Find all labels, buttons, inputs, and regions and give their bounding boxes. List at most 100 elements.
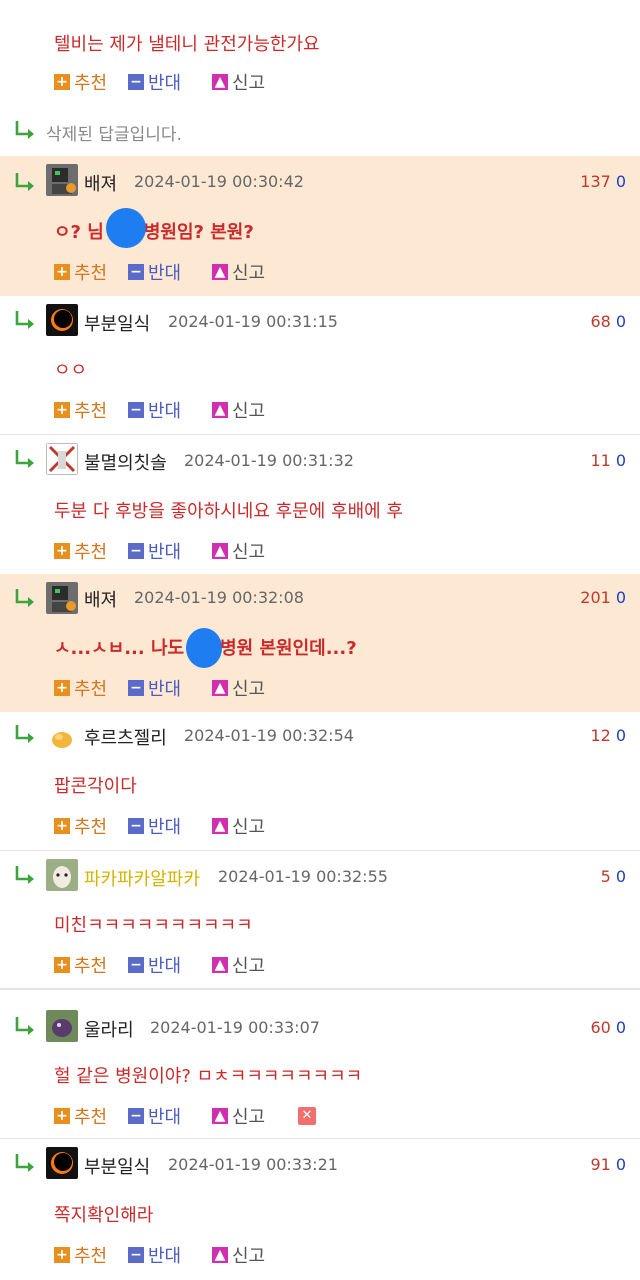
report-button[interactable]: ▲ 신고 xyxy=(212,1243,265,1267)
nickname[interactable]: 파카파카알파카 xyxy=(84,865,200,891)
plus-icon: + xyxy=(54,543,70,559)
comment-text: 헐 같은 병원이야? ㅁㅊㅋㅋㅋㅋㅋㅋㅋㅋ xyxy=(54,1066,363,1087)
avatar[interactable] xyxy=(46,1010,78,1042)
delete-x-icon[interactable]: ✕ xyxy=(298,1107,316,1125)
reply-arrow-icon xyxy=(15,311,34,329)
plus-icon: + xyxy=(54,264,70,280)
bell-icon: ▲ xyxy=(212,1108,228,1124)
recommend-button[interactable]: + 추천 xyxy=(54,539,107,563)
nickname[interactable]: 배져 xyxy=(84,586,117,612)
timestamp: 2024-01-19 00:32:55 xyxy=(218,867,388,886)
reply-item: 후르츠젤리 2024-01-19 00:32:54 12 0 팝콘각이다 + 추천 … xyxy=(0,712,640,850)
nickname[interactable]: 부분일식 xyxy=(84,1153,150,1179)
timestamp: 2024-01-19 00:32:54 xyxy=(184,726,354,745)
reply-arrow-icon xyxy=(15,173,34,191)
report-button[interactable]: ▲ 신고 xyxy=(212,953,265,977)
plus-icon: + xyxy=(54,680,70,696)
minus-icon: − xyxy=(128,74,144,90)
comment-text: ㅇ? 님 병원임? 본원? xyxy=(54,222,254,243)
timestamp: 2024-01-19 00:31:32 xyxy=(184,451,354,470)
plus-icon: + xyxy=(54,1247,70,1263)
avatar[interactable] xyxy=(46,582,78,614)
plus-icon: + xyxy=(54,402,70,418)
oppose-button[interactable]: − 반대 xyxy=(128,814,181,838)
comment-text: 쪽지확인해라 xyxy=(54,1205,154,1226)
avatar[interactable] xyxy=(46,164,78,196)
reply-arrow-icon xyxy=(15,1154,34,1172)
reply-item: 부분일식 2024-01-19 00:33:21 91 0 쪽지확인해라 + 추천 … xyxy=(0,1138,640,1280)
minus-icon: − xyxy=(128,402,144,418)
oppose-button[interactable]: − 반대 xyxy=(128,539,181,563)
nickname[interactable]: 배져 xyxy=(84,170,117,196)
timestamp: 2024-01-19 00:31:15 xyxy=(168,312,338,331)
bell-icon: ▲ xyxy=(212,818,228,834)
oppose-button[interactable]: − 반대 xyxy=(128,676,181,700)
avatar[interactable] xyxy=(46,1147,78,1179)
minus-icon: − xyxy=(128,543,144,559)
reply-item: 배져 2024-01-19 00:30:42 137 0 ㅇ? 님 병원임? 본원?… xyxy=(0,156,640,296)
recommend-button[interactable]: + 추천 xyxy=(54,1104,107,1128)
reply-arrow-icon xyxy=(15,121,34,139)
oppose-button[interactable]: − 반대 xyxy=(128,1104,181,1128)
oppose-button[interactable]: − 반대 xyxy=(128,1243,181,1267)
report-button[interactable]: ▲ 신고 xyxy=(212,814,265,838)
minus-icon: − xyxy=(128,680,144,696)
avatar[interactable] xyxy=(46,443,78,475)
vote-count: 11 0 xyxy=(590,451,626,470)
report-button[interactable]: ▲ 신고 xyxy=(212,676,265,700)
minus-icon: − xyxy=(128,818,144,834)
bell-icon: ▲ xyxy=(212,1247,228,1263)
minus-icon: − xyxy=(128,1247,144,1263)
plus-icon: + xyxy=(54,818,70,834)
reply-item: 부분일식 2024-01-19 00:31:15 68 0 ㅇㅇ + 추천 − 반대 … xyxy=(0,296,640,434)
privacy-blur xyxy=(106,208,146,248)
recommend-button[interactable]: + 추천 xyxy=(54,260,107,284)
reply-item: 파카파카알파카 2024-01-19 00:32:55 50 미친ㅋㅋㅋㅋㅋㅋㅋ… xyxy=(0,850,640,988)
oppose-button[interactable]: − 반대 xyxy=(128,70,181,94)
avatar[interactable] xyxy=(46,304,78,336)
vote-count: 68 0 xyxy=(590,312,626,331)
avatar[interactable] xyxy=(46,720,78,752)
report-button[interactable]: ▲ 신고 xyxy=(212,260,265,284)
minus-icon: − xyxy=(128,957,144,973)
oppose-button[interactable]: − 반대 xyxy=(128,953,181,977)
oppose-button[interactable]: − 반대 xyxy=(128,260,181,284)
vote-count: 50 xyxy=(600,867,626,886)
comment-text: 미친ㅋㅋㅋㅋㅋㅋㅋㅋㅋㅋ xyxy=(54,915,253,936)
recommend-button[interactable]: + 추천 xyxy=(54,398,107,422)
reply-arrow-icon xyxy=(15,725,34,743)
report-button[interactable]: ▲ 신고 xyxy=(212,1104,265,1128)
nickname[interactable]: 울라리 xyxy=(84,1016,134,1042)
report-button[interactable]: ▲ 신고 xyxy=(212,398,265,422)
nickname[interactable]: 후르츠젤리 xyxy=(84,724,167,750)
recommend-button[interactable]: + 추천 xyxy=(54,814,107,838)
recommend-button[interactable]: + 추천 xyxy=(54,1243,107,1267)
nickname[interactable]: 부분일식 xyxy=(84,310,150,336)
recommend-button[interactable]: + 추천 xyxy=(54,70,107,94)
reply-item: 배져 2024-01-19 00:32:08 201 0 ㅅ...ㅅㅂ... 나도… xyxy=(0,574,640,712)
comment-text: 팝콘각이다 xyxy=(54,776,137,797)
avatar[interactable] xyxy=(46,859,78,891)
recommend-button[interactable]: + 추천 xyxy=(54,676,107,700)
bell-icon: ▲ xyxy=(212,264,228,280)
vote-count: 60 0 xyxy=(590,1018,626,1037)
reply-arrow-icon xyxy=(15,450,34,468)
privacy-blur xyxy=(186,628,222,668)
timestamp: 2024-01-19 00:32:08 xyxy=(134,588,304,607)
reply-item: 울라리 2024-01-19 00:33:07 60 0 헐 같은 병원이야? ㅁ… xyxy=(0,988,640,1138)
deleted-reply: 삭제된 답글입니다. xyxy=(0,112,640,156)
recommend-button[interactable]: + 추천 xyxy=(54,953,107,977)
reply-arrow-icon xyxy=(15,589,34,607)
bell-icon: ▲ xyxy=(212,680,228,696)
timestamp: 2024-01-19 00:33:07 xyxy=(150,1018,320,1037)
vote-count: 137 0 xyxy=(580,172,626,191)
vote-count: 12 0 xyxy=(590,726,626,745)
bell-icon: ▲ xyxy=(212,543,228,559)
nickname[interactable]: 불멸의칫솔 xyxy=(84,449,167,475)
report-button[interactable]: ▲ 신고 xyxy=(212,539,265,563)
deleted-text: 삭제된 답글입니다. xyxy=(46,125,182,145)
report-button[interactable]: ▲ 신고 xyxy=(212,70,265,94)
comment-text: 텔비는 제가 낼테니 관전가능한가요 xyxy=(54,34,320,55)
timestamp: 2024-01-19 00:30:42 xyxy=(134,172,304,191)
oppose-button[interactable]: − 반대 xyxy=(128,398,181,422)
